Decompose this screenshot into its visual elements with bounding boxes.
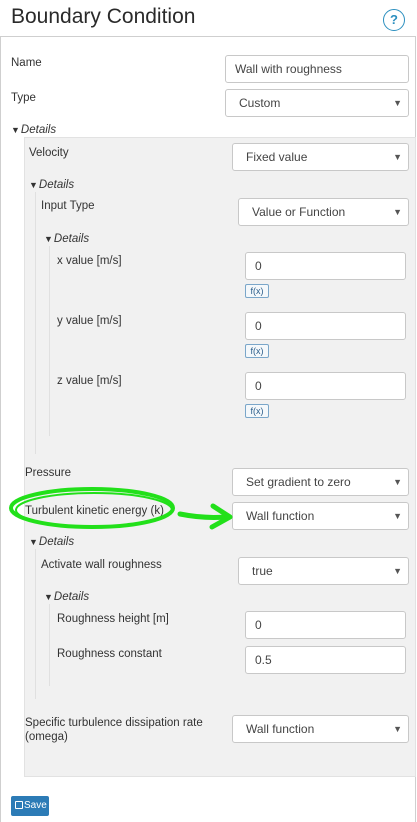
x-function-button[interactable]: f(x) [245,284,269,298]
help-icon[interactable]: ? [383,9,405,31]
floppy-disk-icon [15,801,23,809]
pressure-label: Pressure [25,467,72,479]
z-value-label: z value [m/s] [57,375,122,387]
z-value-input[interactable]: 0 [245,372,406,400]
roughness-height-label: Roughness height [m] [57,613,169,625]
name-label: Name [11,57,42,69]
tke-details-label: Details [38,536,75,548]
caret-down-icon: ▼ [393,477,402,487]
caret-down-icon: ▼ [393,152,402,162]
caret-down-icon: ▼ [393,724,402,734]
y-value-label: y value [m/s] [57,315,122,327]
input-details-label: Details [53,233,90,245]
input-details-toggle[interactable]: ▼Details [44,233,89,245]
omega-label-line1: Specific turbulence dissipation rate [25,717,203,729]
omega-select[interactable]: Wall function ▼ [232,715,409,743]
triangle-down-icon: ▼ [29,537,38,547]
caret-down-icon: ▼ [393,207,402,217]
tke-select-value: Wall function [246,509,315,523]
roughness-constant-input[interactable]: 0.5 [245,646,406,674]
triangle-down-icon: ▼ [44,234,53,244]
velocity-details-label: Details [38,179,75,191]
type-select[interactable]: Custom ▼ [225,89,409,117]
roughness-details-toggle[interactable]: ▼Details [44,591,89,603]
tke-select[interactable]: Wall function ▼ [232,502,409,530]
triangle-down-icon: ▼ [44,592,53,602]
input-type-select[interactable]: Value or Function ▼ [238,198,409,226]
roughness-height-input[interactable]: 0 [245,611,406,639]
pressure-select[interactable]: Set gradient to zero ▼ [232,468,409,496]
details-toggle[interactable]: ▼Details [11,124,56,136]
tke-label: Turbulent kinetic energy (k) [25,505,164,517]
pressure-select-value: Set gradient to zero [246,475,351,489]
roughness-select-value: true [252,564,273,578]
caret-down-icon: ▼ [393,511,402,521]
details-toggle-label: Details [20,124,57,136]
triangle-down-icon: ▼ [29,180,38,190]
input-type-select-value: Value or Function [252,205,346,219]
roughness-details-label: Details [53,591,90,603]
type-label: Type [11,92,36,104]
roughness-label: Activate wall roughness [41,559,162,571]
x-value-label: x value [m/s] [57,255,122,267]
omega-select-value: Wall function [246,722,315,736]
caret-down-icon: ▼ [393,566,402,576]
x-value-input[interactable]: 0 [245,252,406,280]
name-input[interactable]: Wall with roughness [225,55,409,83]
tke-details-toggle[interactable]: ▼Details [29,536,74,548]
roughness-constant-label: Roughness constant [57,648,162,660]
roughness-select[interactable]: true ▼ [238,557,409,585]
velocity-select-value: Fixed value [246,150,308,164]
y-function-button[interactable]: f(x) [245,344,269,358]
y-value-input[interactable]: 0 [245,312,406,340]
velocity-select[interactable]: Fixed value ▼ [232,143,409,171]
velocity-details-toggle[interactable]: ▼Details [29,179,74,191]
velocity-label: Velocity [29,147,69,159]
save-button-label: Save [24,800,47,811]
page-title: Boundary Condition [11,5,196,28]
caret-down-icon: ▼ [393,98,402,108]
type-select-value: Custom [239,96,281,110]
z-function-button[interactable]: f(x) [245,404,269,418]
save-button[interactable]: Save [11,796,49,816]
omega-label-line2: (omega) [25,731,68,743]
input-type-label: Input Type [41,200,95,212]
triangle-down-icon: ▼ [11,125,20,135]
